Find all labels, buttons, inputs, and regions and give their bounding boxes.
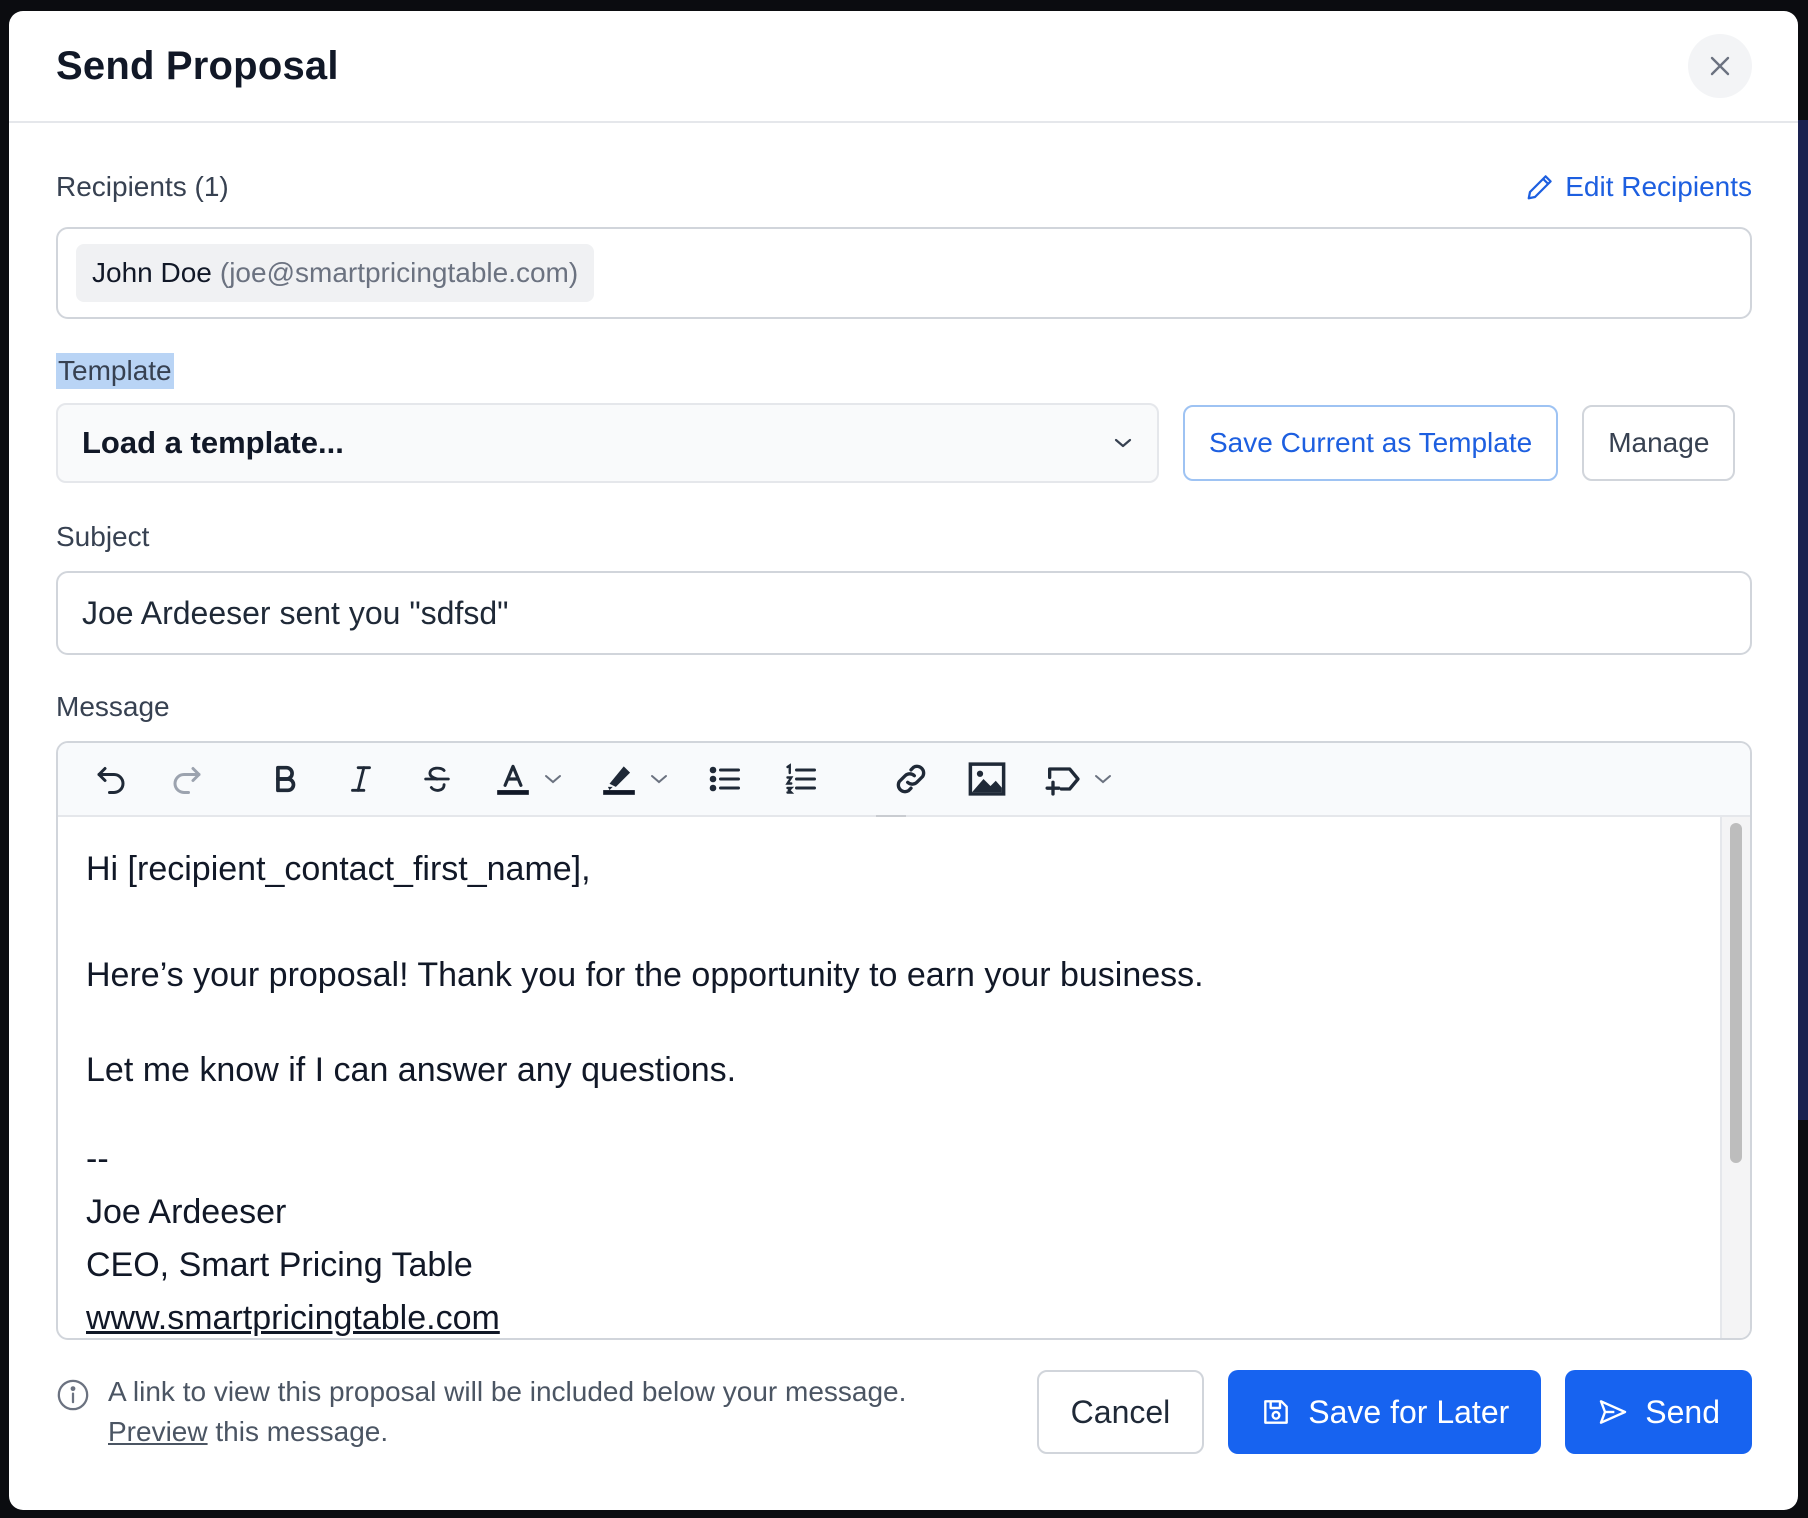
merge-tag-button[interactable]	[1038, 754, 1088, 804]
close-button[interactable]	[1688, 34, 1752, 98]
footer-note-text: A link to view this proposal will be inc…	[108, 1372, 906, 1452]
send-button[interactable]: Send	[1565, 1370, 1752, 1454]
redo-icon	[173, 767, 201, 794]
message-line: Hi [recipient_contact_first_name],	[86, 850, 591, 888]
subject-label: Subject	[56, 521, 150, 552]
send-proposal-dialog: Send Proposal Recipients (1) Edit Recipi…	[9, 11, 1798, 1510]
editor-scrollbar[interactable]	[1720, 817, 1750, 1338]
info-icon	[57, 1379, 89, 1411]
strikethrough-button[interactable]	[412, 754, 462, 804]
image-button[interactable]	[962, 754, 1012, 804]
subject-input[interactable]: Joe Ardeeser sent you "sdfsd"	[56, 571, 1752, 655]
recipient-chip[interactable]: John Doe (joe@smartpricingtable.com)	[76, 244, 595, 302]
editor-toolbar	[58, 743, 1750, 817]
save-as-template-button[interactable]: Save Current as Template	[1183, 405, 1559, 481]
dialog-body: Recipients (1) Edit Recipients John Doe …	[9, 171, 1798, 1454]
dialog-header: Send Proposal	[9, 11, 1798, 123]
text-color-icon	[497, 764, 529, 795]
send-label: Send	[1645, 1393, 1720, 1430]
numbered-list-button[interactable]	[776, 754, 826, 804]
merge-tag-dropdown[interactable]	[1088, 754, 1118, 804]
manage-templates-button[interactable]: Manage	[1582, 405, 1736, 481]
image-icon	[968, 762, 1006, 796]
recipient-email: (joe@smartpricingtable.com)	[219, 257, 579, 288]
dialog-title: Send Proposal	[56, 43, 339, 88]
signature-title: CEO, Smart Pricing Table	[86, 1246, 473, 1284]
save-for-later-label: Save for Later	[1308, 1393, 1510, 1430]
message-line: Here’s your proposal! Thank you for the …	[86, 956, 1204, 994]
send-icon	[1600, 1400, 1627, 1424]
undo-icon	[97, 767, 125, 794]
template-label: Template	[56, 353, 174, 389]
message-body[interactable]: Hi [recipient_contact_first_name], Here’…	[58, 817, 1750, 1338]
highlight-icon	[603, 766, 635, 795]
undo-button[interactable]	[86, 754, 136, 804]
signature-name: Joe Ardeeser	[86, 1193, 287, 1231]
pencil-icon	[1527, 175, 1552, 200]
edit-recipients-link[interactable]: Edit Recipients	[1525, 171, 1752, 203]
chevron-down-icon	[545, 775, 561, 784]
chevron-down-icon	[1095, 775, 1111, 784]
message-editor: Hi [recipient_contact_first_name], Here’…	[56, 741, 1752, 1340]
link-icon	[896, 764, 926, 794]
strikethrough-icon	[424, 766, 450, 792]
save-for-later-button[interactable]: Save for Later	[1228, 1370, 1542, 1454]
background-strip	[1798, 120, 1808, 1120]
signature-separator: --	[86, 1140, 109, 1178]
dialog-footer: A link to view this proposal will be inc…	[56, 1370, 1752, 1454]
message-label: Message	[56, 691, 170, 722]
bullet-list-icon	[709, 766, 740, 792]
template-select[interactable]: Load a template...	[56, 403, 1159, 483]
italic-button[interactable]	[336, 754, 386, 804]
italic-icon	[351, 766, 371, 792]
redo-button[interactable]	[162, 754, 212, 804]
preview-suffix: this message.	[207, 1416, 389, 1447]
preview-link[interactable]: Preview	[108, 1416, 208, 1447]
template-row: Load a template... Save Current as Templ…	[56, 403, 1752, 483]
recipient-name: John Doe	[92, 257, 212, 288]
save-icon	[1264, 1400, 1289, 1424]
recipients-header: Recipients (1) Edit Recipients	[56, 171, 1752, 203]
scrollbar-thumb[interactable]	[1730, 823, 1742, 1163]
merge-tag-icon	[1045, 767, 1080, 796]
recipients-label: Recipients (1)	[56, 171, 229, 202]
text-color-dropdown[interactable]	[538, 754, 568, 804]
cancel-button[interactable]: Cancel	[1036, 1370, 1205, 1454]
signature-url-link[interactable]: www.smartpricingtable.com	[86, 1292, 1722, 1338]
close-icon	[1710, 56, 1730, 76]
numbered-list-icon	[785, 763, 816, 794]
bold-icon	[276, 765, 296, 793]
edit-recipients-label: Edit Recipients	[1565, 171, 1752, 202]
chevron-down-icon	[1114, 438, 1132, 448]
template-select-value: Load a template...	[82, 425, 344, 460]
text-color-button[interactable]	[488, 754, 538, 804]
bold-button[interactable]	[260, 754, 310, 804]
footer-preview-line: Preview this message.	[108, 1412, 906, 1452]
bullet-list-button[interactable]	[700, 754, 750, 804]
highlight-dropdown[interactable]	[644, 754, 674, 804]
footer-actions: Cancel Save for Later Send	[1036, 1370, 1752, 1454]
footer-note-line: A link to view this proposal will be inc…	[108, 1376, 907, 1407]
message-line: Let me know if I can answer any question…	[86, 1051, 737, 1089]
link-button[interactable]	[886, 754, 936, 804]
chevron-down-icon	[651, 775, 667, 784]
footer-note: A link to view this proposal will be inc…	[56, 1372, 906, 1452]
highlight-button[interactable]	[594, 754, 644, 804]
recipients-field[interactable]: John Doe (joe@smartpricingtable.com)	[56, 227, 1752, 319]
